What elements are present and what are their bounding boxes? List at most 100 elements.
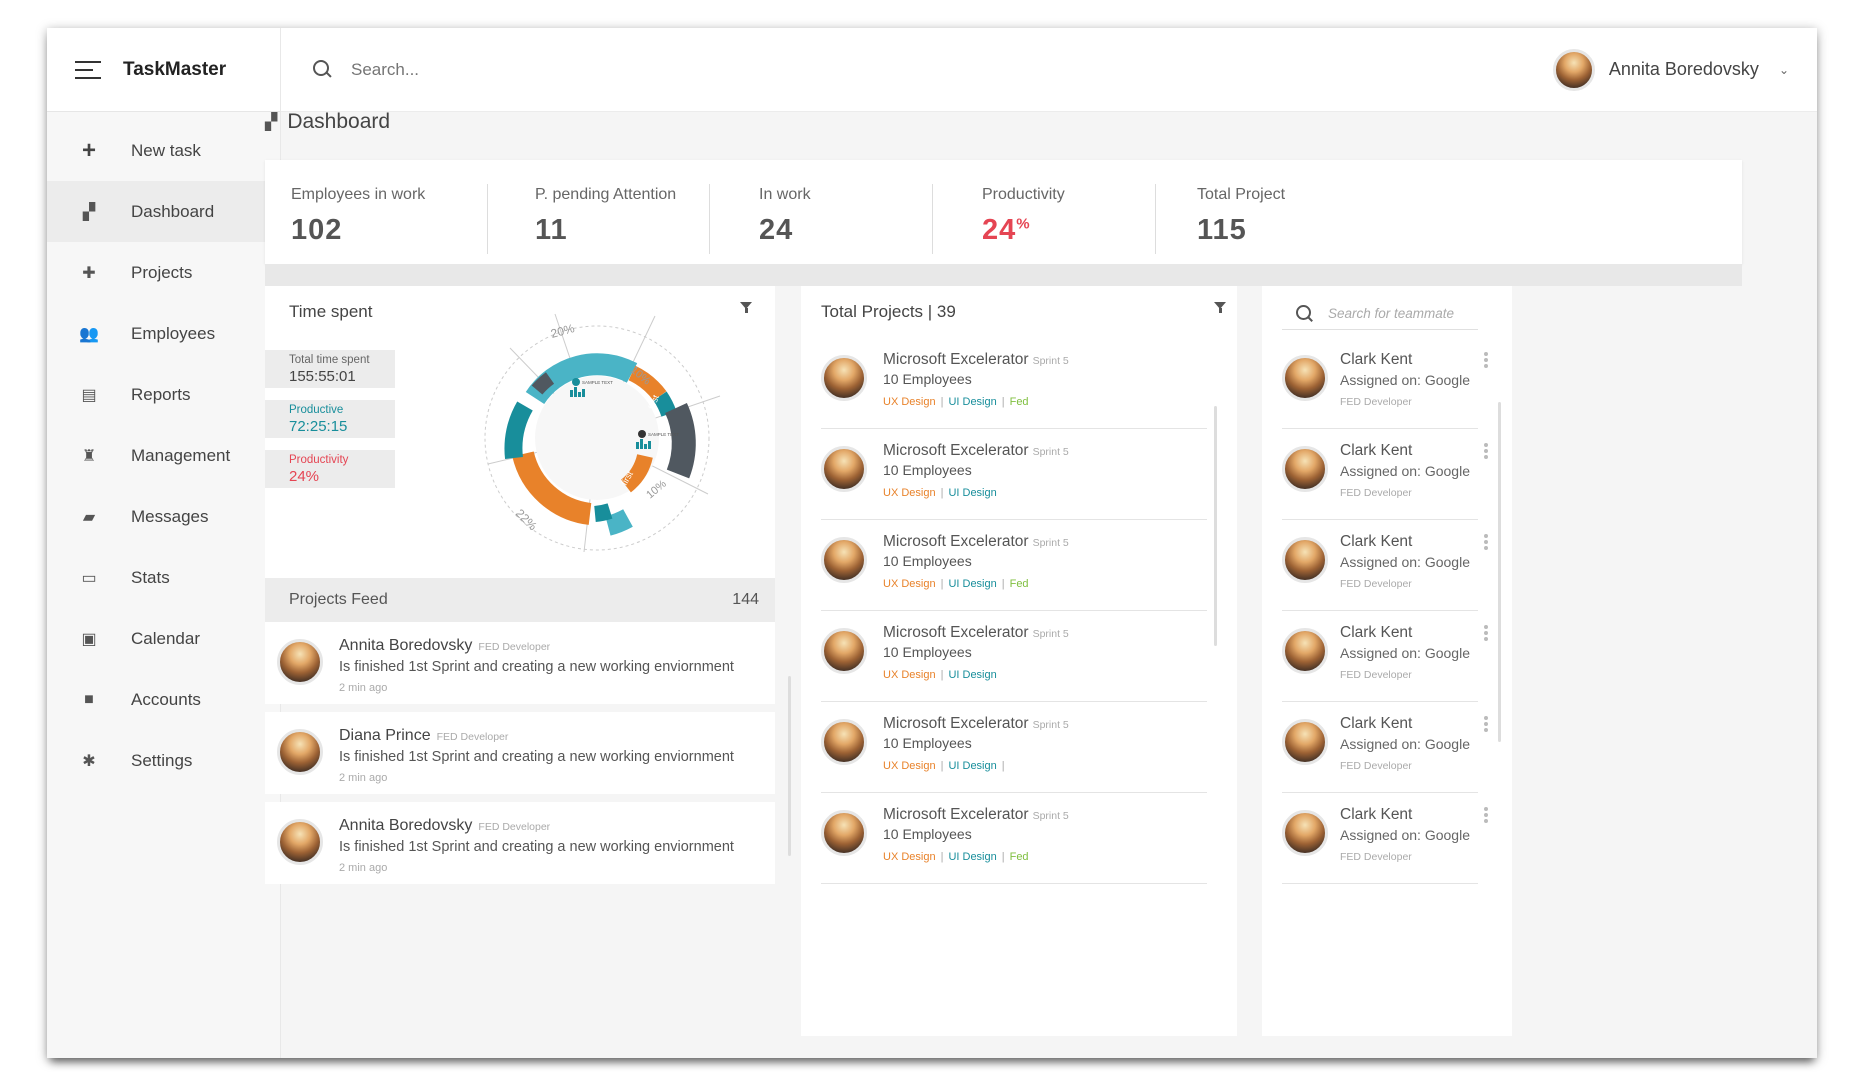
sidebar-item-label: Accounts xyxy=(131,689,201,709)
tag-fed[interactable]: Fed xyxy=(1010,396,1029,408)
tag-fed[interactable]: Fed xyxy=(1010,578,1029,590)
sidebar-item-reports[interactable]: ▤ Reports xyxy=(47,364,280,425)
project-row[interactable]: Microsoft Excelerator Sprint 5 10 Employe… xyxy=(821,793,1207,884)
tag-ui-design[interactable]: UI Design xyxy=(948,851,996,863)
sidebar-nav: + New task ▞ Dashboard ✚ Projects 👥 Employee… xyxy=(47,112,280,791)
sidebar-item-management[interactable]: ♜ Management xyxy=(47,425,280,486)
total-time-value: 155:55:01 xyxy=(289,368,356,385)
page-title-text: Dashboard xyxy=(287,110,391,133)
tag-ux-design[interactable]: UX Design xyxy=(883,487,936,499)
avatar xyxy=(277,639,323,685)
dashboard-icon: ▞ xyxy=(265,114,278,131)
sidebar-item-label: Messages xyxy=(131,506,209,526)
stat-label: Total Project xyxy=(1197,186,1286,203)
feed-user: Annita Boredovsky FED Developer xyxy=(339,637,550,655)
sidebar-item-new-task[interactable]: + New task xyxy=(47,120,280,181)
sidebar-item-calendar[interactable]: ▣ Calendar xyxy=(47,608,280,669)
tag-ui-design[interactable]: UI Design xyxy=(948,578,996,590)
more-options-icon[interactable] xyxy=(1484,443,1488,461)
avatar xyxy=(1282,810,1328,856)
sample-text-2: SAMPLE TEXT xyxy=(648,432,679,437)
sidebar-item-label: Dashboard xyxy=(131,201,215,221)
tag-ui-design[interactable]: UI Design xyxy=(948,760,996,772)
feed-user-role: FED Developer xyxy=(478,821,551,833)
gear-icon: ✱ xyxy=(82,752,96,770)
avatar xyxy=(821,537,867,583)
total-time-box: Total time spent 155:55:01 xyxy=(265,350,395,388)
sidebar-item-projects[interactable]: ✚ Projects xyxy=(47,242,280,303)
stat-in-work: In work 24 xyxy=(709,160,932,264)
teammate-row[interactable]: Clark Kent Assigned on: Google FED Devel… xyxy=(1282,793,1488,884)
project-name: Microsoft Excelerator xyxy=(883,624,1029,641)
search-input[interactable] xyxy=(351,59,751,80)
sidebar-item-dashboard[interactable]: ▞ Dashboard xyxy=(47,181,280,242)
teammate-row[interactable]: Clark Kent Assigned on: Google FED Devel… xyxy=(1282,429,1488,520)
project-row[interactable]: Microsoft Excelerator Sprint 5 10 Employe… xyxy=(821,338,1207,429)
project-row[interactable]: Microsoft Excelerator Sprint 5 10 Employe… xyxy=(821,611,1207,702)
project-sprint: Sprint 5 xyxy=(1032,446,1069,458)
card-title: Time spent xyxy=(289,302,373,321)
user-menu[interactable]: Annita Boredovsky ⌄ xyxy=(1552,48,1789,91)
teammate-search-input[interactable] xyxy=(1328,306,1478,321)
filter-icon[interactable] xyxy=(1214,302,1227,313)
feed-scrollbar[interactable] xyxy=(788,676,791,856)
project-row[interactable]: Microsoft Excelerator Sprint 5 10 Employe… xyxy=(821,429,1207,520)
chevron-down-icon[interactable]: ⌄ xyxy=(1779,63,1789,77)
teammates-scrollbar[interactable] xyxy=(1498,402,1501,742)
tag-ux-design[interactable]: UX Design xyxy=(883,669,936,681)
feed-user: Diana Prince FED Developer xyxy=(339,727,508,745)
feed-time: 2 min ago xyxy=(339,682,388,694)
stat-value: 11 xyxy=(535,214,568,246)
feed-item[interactable]: Annita Boredovsky FED Developer Is finish… xyxy=(265,802,775,884)
hamburger-menu-icon[interactable] xyxy=(75,60,101,79)
more-options-icon[interactable] xyxy=(1484,716,1488,734)
tag-fed[interactable]: Fed xyxy=(1010,851,1029,863)
search-icon[interactable] xyxy=(313,59,333,80)
tag-ux-design[interactable]: UX Design xyxy=(883,578,936,590)
teammate-row[interactable]: Clark Kent Assigned on: Google FED Devel… xyxy=(1282,338,1488,429)
stat-employees-in-work: Employees in work 102 xyxy=(265,160,487,264)
teammate-assignment: Assigned on: Google xyxy=(1340,736,1470,752)
segment-dark xyxy=(664,402,696,479)
sidebar-item-label: Employees xyxy=(131,323,216,343)
project-title: Microsoft Excelerator Sprint 5 xyxy=(883,351,1069,369)
stat-label: In work xyxy=(759,186,811,203)
tag-ui-design[interactable]: UI Design xyxy=(948,669,996,681)
puzzle-icon: ✚ xyxy=(82,264,96,282)
teammate-row[interactable]: Clark Kent Assigned on: Google FED Devel… xyxy=(1282,702,1488,793)
more-options-icon[interactable] xyxy=(1484,625,1488,643)
projects-scrollbar[interactable] xyxy=(1214,406,1217,646)
sidebar-item-stats[interactable]: ▭ Stats xyxy=(47,547,280,608)
project-title: Microsoft Excelerator Sprint 5 xyxy=(883,624,1069,642)
project-row[interactable]: Microsoft Excelerator Sprint 5 10 Employe… xyxy=(821,520,1207,611)
avatar xyxy=(821,628,867,674)
feed-text: Is finished 1st Sprint and creating a ne… xyxy=(339,659,734,675)
tag-ui-design[interactable]: UI Design xyxy=(948,396,996,408)
sidebar-item-messages[interactable]: ▰ Messages xyxy=(47,486,280,547)
sidebar-item-employees[interactable]: 👥 Employees xyxy=(47,303,280,364)
teammate-row[interactable]: Clark Kent Assigned on: Google FED Devel… xyxy=(1282,611,1488,702)
stat-label: Productivity xyxy=(982,186,1065,203)
filter-icon[interactable] xyxy=(740,302,753,313)
more-options-icon[interactable] xyxy=(1484,352,1488,370)
sidebar: TaskMaster + New task ▞ Dashboard ✚ Project… xyxy=(47,28,281,1058)
more-options-icon[interactable] xyxy=(1484,534,1488,552)
tag-ui-design[interactable]: UI Design xyxy=(948,487,996,499)
tag-ux-design[interactable]: UX Design xyxy=(883,760,936,772)
sidebar-item-accounts[interactable]: ■ Accounts xyxy=(47,669,280,730)
project-row[interactable]: Microsoft Excelerator Sprint 5 10 Employe… xyxy=(821,702,1207,793)
project-title: Microsoft Excelerator Sprint 5 xyxy=(883,715,1069,733)
avatar xyxy=(277,729,323,775)
teammate-assignment: Assigned on: Google xyxy=(1340,463,1470,479)
teammate-row[interactable]: Clark Kent Assigned on: Google FED Devel… xyxy=(1282,520,1488,611)
tag-ux-design[interactable]: UX Design xyxy=(883,396,936,408)
tag-ux-design[interactable]: UX Design xyxy=(883,851,936,863)
feed-item[interactable]: Annita Boredovsky FED Developer Is finish… xyxy=(265,622,775,704)
more-options-icon[interactable] xyxy=(1484,807,1488,825)
feed-item[interactable]: Diana Prince FED Developer Is finished 1s… xyxy=(265,712,775,794)
search-icon[interactable] xyxy=(1296,304,1312,323)
sidebar-item-settings[interactable]: ✱ Settings xyxy=(47,730,280,791)
feed-count: 144 xyxy=(732,591,759,608)
feed-time: 2 min ago xyxy=(339,862,388,874)
teammate-role: FED Developer xyxy=(1340,396,1412,408)
